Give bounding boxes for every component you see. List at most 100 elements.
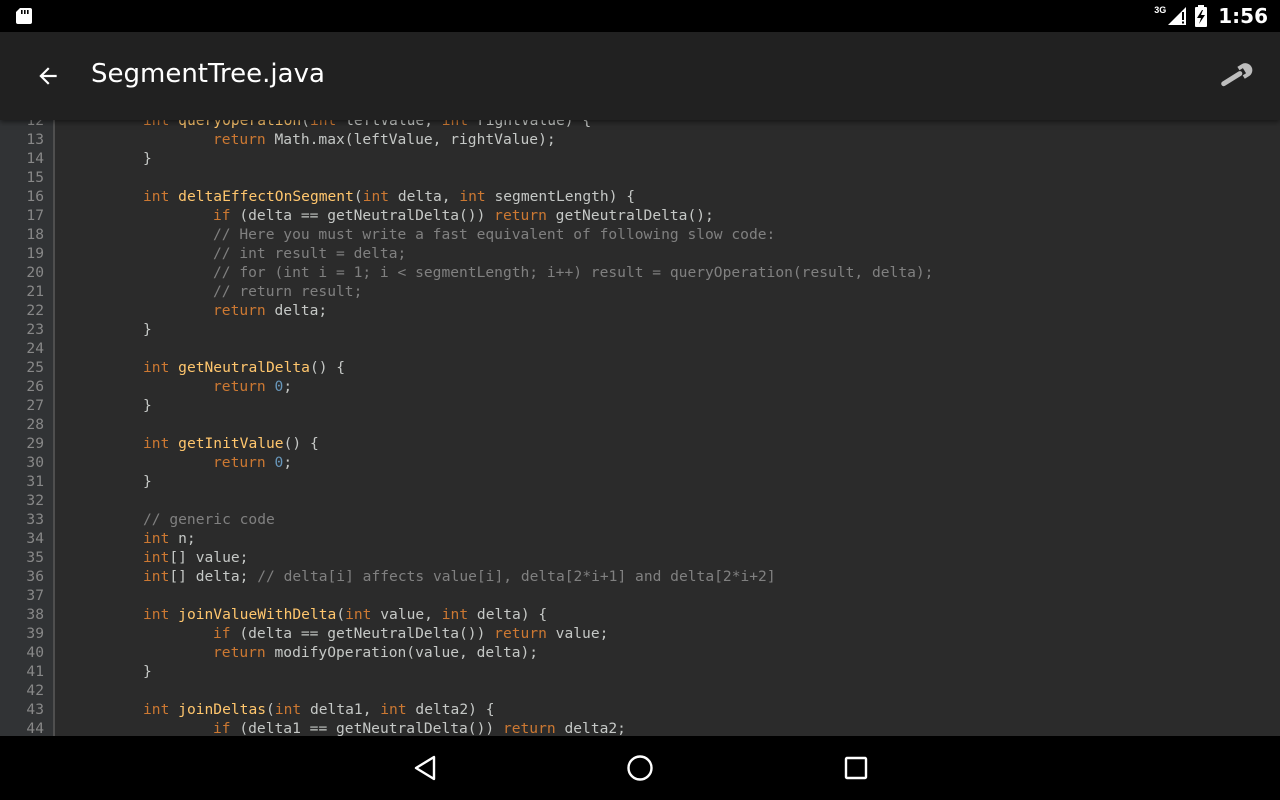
- nav-back-button[interactable]: [405, 748, 445, 788]
- arrow-back-icon: [39, 67, 57, 85]
- code-token: value,: [371, 606, 442, 623]
- code-token: int: [345, 606, 372, 623]
- line-number: 43: [26, 701, 44, 718]
- code-token: int: [441, 606, 469, 623]
- code-token: delta) {: [468, 606, 548, 623]
- line-number: 33: [26, 511, 44, 528]
- line-number: 30: [26, 454, 44, 471]
- code-token: }: [143, 473, 152, 490]
- code-token: joinDeltas: [178, 701, 267, 718]
- code-token: }: [143, 397, 152, 414]
- code-token: leftValue,: [336, 120, 442, 129]
- app-bar: SegmentTree.java: [0, 32, 1280, 120]
- code-token: queryOperation: [178, 120, 302, 129]
- clock: 1:56: [1218, 4, 1268, 28]
- line-number: 16: [26, 188, 44, 205]
- line-number: 13: [26, 131, 44, 148]
- code-token: (delta == getNeutralDelta()): [230, 625, 495, 642]
- code-editor[interactable]: 12 int queryOperation(int leftValue, int …: [0, 120, 1280, 736]
- code-token: int: [459, 188, 486, 205]
- code-text: int[] value;: [143, 548, 248, 567]
- line-number: 42: [26, 682, 44, 699]
- wrench-icon: [1221, 63, 1253, 87]
- back-button[interactable]: [30, 58, 66, 94]
- code-token: }: [143, 321, 152, 338]
- code-token: if: [213, 720, 231, 736]
- code-token: delta;: [265, 302, 328, 319]
- code-text: return Math.max(leftValue, rightValue);: [213, 130, 556, 149]
- code-token: ;: [283, 454, 293, 471]
- code-text: }: [143, 320, 152, 339]
- line-number: 40: [26, 644, 44, 661]
- code-text: return 0;: [213, 453, 292, 472]
- code-text: return modifyOperation(value, delta);: [213, 643, 538, 662]
- code-token: delta2;: [555, 720, 626, 736]
- code-token: // generic code: [143, 511, 275, 528]
- code-text: // generic code: [143, 510, 275, 529]
- code-token: // for (int i = 1; i < segmentLength; i+…: [213, 264, 934, 281]
- line-number: 18: [26, 226, 44, 243]
- line-number: 27: [26, 397, 44, 414]
- network-type-label: 3G: [1154, 5, 1167, 15]
- code-token: return: [502, 720, 556, 736]
- code-token: getNeutralDelta();: [546, 207, 714, 224]
- code-token: (: [336, 606, 346, 623]
- battery-charging-icon: [1195, 5, 1208, 27]
- code-text: int deltaEffectOnSegment(int delta, int …: [143, 187, 635, 206]
- code-text: // return result;: [213, 282, 362, 301]
- code-token: (: [266, 701, 275, 718]
- code-token: // delta[i] affects value[i], delta[2*i+…: [257, 568, 776, 585]
- code-text: int joinValueWithDelta(int value, int de…: [143, 605, 547, 624]
- code-token: int: [362, 188, 390, 205]
- code-token: modifyOperation(value, delta);: [265, 644, 539, 661]
- sd-card-icon: [16, 8, 32, 24]
- code-token: (: [301, 120, 310, 129]
- line-number: 35: [26, 549, 44, 566]
- code-token: int: [143, 549, 170, 566]
- code-token: segmentLength) {: [485, 188, 636, 205]
- code-token: return: [213, 131, 266, 148]
- code-token: Math.max(leftValue, rightValue);: [265, 131, 556, 148]
- line-number: 15: [26, 169, 44, 186]
- nav-home-button[interactable]: [620, 748, 660, 788]
- code-token: delta1,: [301, 701, 381, 718]
- code-token: delta2) {: [406, 701, 495, 718]
- code-token: [] value;: [169, 549, 249, 566]
- line-number: 23: [26, 321, 44, 338]
- code-token: int: [143, 359, 170, 376]
- code-token: () {: [309, 359, 346, 376]
- status-bar: 3G 1:56: [0, 0, 1280, 32]
- code-token: int: [143, 701, 170, 718]
- code-text: // for (int i = 1; i < segmentLength; i+…: [213, 263, 933, 282]
- code-token: deltaEffectOnSegment: [178, 188, 354, 205]
- code-token: int: [143, 435, 170, 452]
- code-text: // Here you must write a fast equivalent…: [213, 225, 775, 244]
- line-number: 14: [26, 150, 44, 167]
- line-number: 17: [26, 207, 44, 224]
- line-number: 28: [26, 416, 44, 433]
- line-number: 29: [26, 435, 44, 452]
- line-number: 26: [26, 378, 44, 395]
- line-number: 37: [26, 587, 44, 604]
- code-text: int getNeutralDelta() {: [143, 358, 345, 377]
- code-text: if (delta == getNeutralDelta()) return g…: [213, 206, 714, 225]
- square-recents-icon: [844, 756, 868, 780]
- signal-icon: [1168, 7, 1187, 25]
- settings-button[interactable]: [1214, 56, 1258, 96]
- code-token: if: [213, 207, 231, 224]
- code-token: // return result;: [213, 283, 363, 300]
- code-token: int: [143, 606, 170, 623]
- code-text: int getInitValue() {: [143, 434, 319, 453]
- code-token: (delta1 == getNeutralDelta()): [230, 720, 503, 736]
- code-token: return: [213, 302, 266, 319]
- code-token: int: [380, 701, 407, 718]
- line-number: 24: [26, 340, 44, 357]
- circle-home-icon: [627, 755, 653, 781]
- code-token: if: [213, 625, 231, 642]
- nav-recents-button[interactable]: [836, 748, 876, 788]
- line-number: 36: [26, 568, 44, 585]
- code-token: getNeutralDelta: [178, 359, 310, 376]
